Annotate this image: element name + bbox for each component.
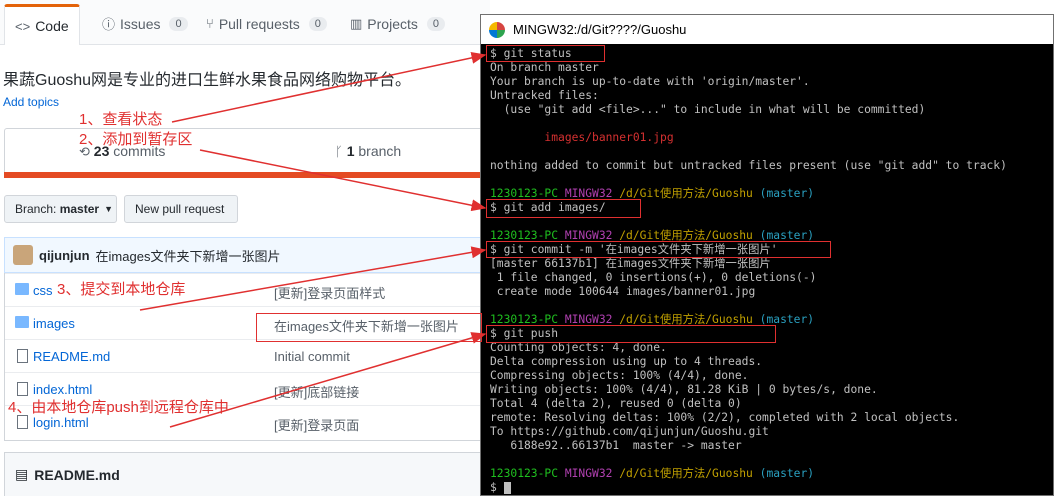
project-icon: ▥ bbox=[350, 15, 363, 31]
file-name[interactable]: css bbox=[33, 283, 53, 298]
file-commit-message[interactable]: [更新]底部链接 bbox=[274, 382, 359, 401]
book-icon: ▤ bbox=[15, 466, 29, 482]
highlight-box-images-commit bbox=[256, 313, 482, 342]
terminal-titlebar[interactable]: MINGW32:/d/Git????/Guoshu bbox=[480, 14, 1054, 44]
terminal-line-untracked: images/banner01.jpg bbox=[490, 131, 674, 144]
tab-projects[interactable]: ▥ Projects 0 bbox=[340, 4, 455, 43]
terminal-line: (use "git add <file>..." to include in w… bbox=[490, 103, 926, 116]
annotation-step4: 4、由本地仓库push到远程仓库中 bbox=[8, 399, 229, 416]
terminal-title: MINGW32:/d/Git????/Guoshu bbox=[513, 22, 687, 37]
latest-commit-bar: qijunjun 在images文件夹下新增一张图片 bbox=[4, 237, 490, 273]
terminal-line: Compressing objects: 100% (4/4), done. bbox=[490, 369, 749, 382]
tab-projects-label: Projects bbox=[367, 15, 418, 32]
terminal-line: Untracked files: bbox=[490, 89, 599, 102]
terminal-prompt: 1230123-PC MINGW32 /d/Git使用方法/Guoshu (ma… bbox=[490, 467, 815, 480]
terminal-line: create mode 100644 images/banner01.jpg bbox=[490, 285, 756, 298]
commit-author[interactable]: qijunjun bbox=[39, 248, 90, 263]
chevron-down-icon: ▼ bbox=[104, 204, 113, 214]
terminal-line: Delta compression using up to 4 threads. bbox=[490, 355, 763, 368]
repo-nav-tabs: <> Code ⓘ Issues 0 ⑂ Pull requests 0 ▥ P… bbox=[0, 0, 490, 45]
file-commit-message[interactable]: [更新]登录页面 bbox=[274, 415, 359, 434]
issue-icon: ⓘ bbox=[102, 17, 116, 32]
branch-label: branch bbox=[358, 143, 402, 159]
terminal-line: remote: Resolving deltas: 100% (2/2), co… bbox=[490, 411, 960, 424]
annotation-step2: 2、添加到暂存区 bbox=[79, 131, 193, 148]
terminal-line: 1 file changed, 0 insertions(+), 0 delet… bbox=[490, 271, 817, 284]
repo-description: 果蔬Guoshu网是专业的进口生鲜水果食品网络购物平台。 bbox=[3, 72, 412, 89]
branch-select-button[interactable]: Branch: master ▼ bbox=[4, 195, 117, 223]
readme-header: ▤ README.md bbox=[4, 452, 490, 496]
terminal-line: nothing added to commit but untracked fi… bbox=[490, 159, 1007, 172]
commit-message[interactable]: 在images文件夹下新增一张图片 bbox=[96, 246, 281, 265]
mingw-logo-icon bbox=[489, 21, 505, 38]
pull-request-icon: ⑂ bbox=[206, 16, 214, 31]
avatar bbox=[13, 245, 33, 265]
terminal-cursor bbox=[503, 482, 511, 494]
issues-counter: 0 bbox=[169, 16, 188, 31]
tab-code-label: Code bbox=[35, 18, 69, 34]
annotation-step3: 3、提交到本地仓库 bbox=[57, 281, 186, 298]
highlight-box-git-commit bbox=[486, 241, 831, 258]
branches-link[interactable]: ᚴ 1 branch bbox=[335, 143, 401, 159]
add-topics-link[interactable]: Add topics bbox=[3, 95, 59, 109]
repo-summary: ⟲ 23 commits ᚴ 1 branch bbox=[4, 128, 492, 173]
file-icon bbox=[17, 415, 28, 429]
pull-requests-counter: 0 bbox=[308, 16, 327, 31]
table-row: README.md Initial commit bbox=[5, 339, 489, 373]
file-name[interactable]: images bbox=[33, 316, 75, 331]
projects-counter: 0 bbox=[426, 16, 445, 31]
tab-pull-requests-label: Pull requests bbox=[218, 15, 300, 32]
file-commit-message[interactable]: Initial commit bbox=[274, 349, 350, 364]
annotation-step1: 1、查看状态 bbox=[79, 111, 163, 128]
terminal-line: [master 66137b1] 在images文件夹下新增一张图片 bbox=[490, 257, 771, 270]
branch-select-label: Branch: bbox=[15, 202, 57, 216]
highlight-box-git-add bbox=[486, 199, 641, 218]
terminal-input-line[interactable]: $ bbox=[490, 481, 511, 495]
readme-title: README.md bbox=[34, 466, 120, 483]
terminal-line: Writing objects: 100% (4/4), 81.28 KiB |… bbox=[490, 383, 878, 396]
file-icon bbox=[17, 349, 28, 363]
folder-icon bbox=[15, 316, 29, 328]
file-commit-message[interactable]: [更新]登录页面样式 bbox=[274, 283, 385, 302]
folder-icon bbox=[15, 283, 29, 295]
file-name[interactable]: index.html bbox=[33, 382, 92, 397]
tab-issues-label: Issues bbox=[120, 15, 161, 32]
new-pull-request-button[interactable]: New pull request bbox=[124, 195, 238, 223]
file-icon bbox=[17, 382, 28, 396]
terminal-line: Total 4 (delta 2), reused 0 (delta 0) bbox=[490, 397, 742, 410]
branch-icon: ᚴ bbox=[335, 144, 343, 159]
terminal-line: Counting objects: 4, done. bbox=[490, 341, 667, 354]
tab-issues[interactable]: ⓘ Issues 0 bbox=[92, 4, 198, 43]
terminal-line: Your branch is up-to-date with 'origin/m… bbox=[490, 75, 810, 88]
file-name[interactable]: login.html bbox=[33, 415, 89, 430]
branch-select-value: master bbox=[59, 202, 100, 216]
terminal-line: 6188e92..66137b1 master -> master bbox=[490, 439, 742, 452]
terminal-line: On branch master bbox=[490, 61, 599, 74]
terminal-line: To https://github.com/qijunjun/Guoshu.gi… bbox=[490, 425, 769, 438]
highlight-box-git-status bbox=[486, 45, 605, 62]
tab-code[interactable]: <> Code bbox=[4, 4, 80, 45]
file-name[interactable]: README.md bbox=[33, 349, 110, 364]
language-bar bbox=[4, 172, 490, 178]
highlight-box-git-push bbox=[486, 325, 776, 343]
branch-count: 1 bbox=[346, 143, 355, 159]
code-icon: <> bbox=[15, 18, 31, 34]
tab-pull-requests[interactable]: ⑂ Pull requests 0 bbox=[196, 4, 337, 43]
